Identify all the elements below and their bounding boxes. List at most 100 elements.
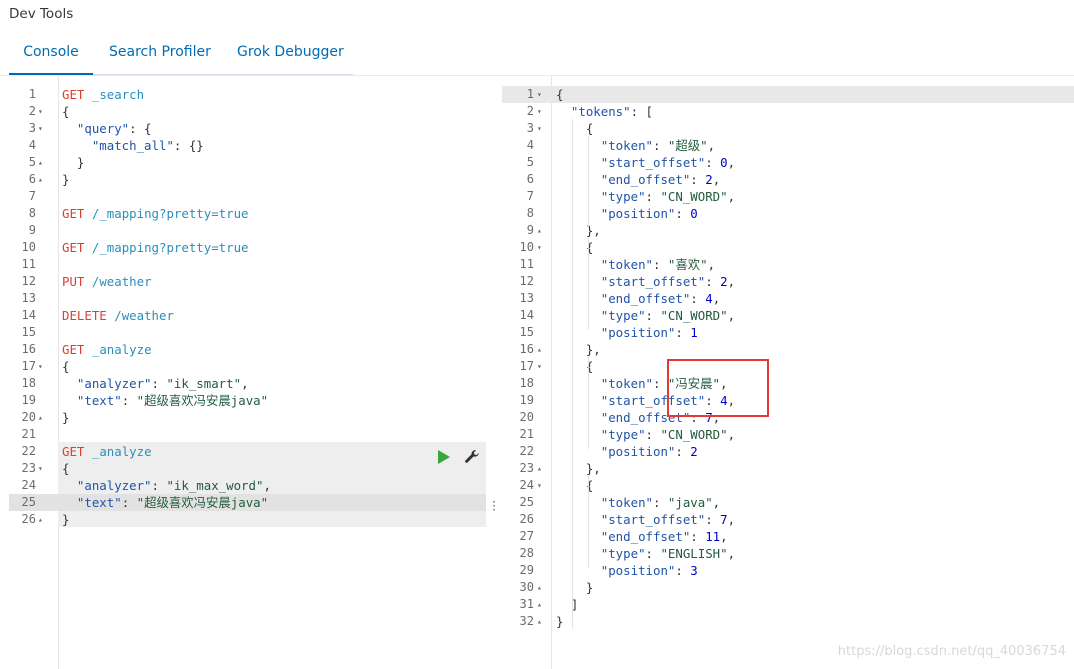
code-line[interactable]: 3 ▾ { [502,120,1074,137]
code-line[interactable]: 9 [0,222,487,239]
code-line[interactable]: 4 "match_all": {} [0,137,487,154]
line-number: 5 [28,155,36,169]
code-line[interactable]: 23 ▾ { [0,460,487,477]
code-line[interactable]: 22 GET _analyze [0,443,487,460]
code-line[interactable]: 20 ▴} [0,409,487,426]
fold-close-icon[interactable]: ▴ [537,341,542,358]
code-line[interactable]: 24 "analyzer": "ik_max_word", [0,477,487,494]
fold-open-icon[interactable]: ▾ [537,239,542,256]
code-line[interactable]: 1 GET _search [0,86,487,103]
code-line[interactable]: 13 [0,290,487,307]
wrench-icon[interactable] [463,448,481,466]
code-line[interactable]: 14 DELETE /weather [0,307,487,324]
code-line[interactable]: 18 "analyzer": "ik_smart", [0,375,487,392]
play-icon[interactable] [438,450,450,464]
code-line[interactable]: 6 ▴} [0,171,487,188]
line-number: 16 [519,342,534,356]
fold-open-icon[interactable]: ▾ [38,460,43,477]
code-line[interactable]: 16 GET _analyze [0,341,487,358]
fold-open-icon[interactable]: ▾ [537,86,542,103]
code-line[interactable]: 21 [0,426,487,443]
code-token: , [712,495,721,510]
pane-divider[interactable]: · · · [487,76,502,669]
indent-guide [572,119,573,629]
code-line[interactable]: 7 [0,188,487,205]
fold-close-icon[interactable]: ▴ [537,613,542,630]
response-viewer[interactable]: 1 ▾{2 ▾ "tokens": [3 ▾ {4 "token": "超级", 5 "… [502,76,1074,669]
drag-handle-icon[interactable]: · · · [492,496,496,516]
code-token: } [62,172,70,187]
code-line[interactable]: 1 ▾ { [502,86,1074,103]
fold-close-icon[interactable]: ▴ [537,596,542,613]
code-line[interactable]: 12 PUT /weather [0,273,487,290]
code-line[interactable]: 25 "text": "超级喜欢冯安晨java" [0,494,487,511]
tab-grok-debugger[interactable]: Grok Debugger [237,32,344,73]
line-number: 20 [519,410,534,424]
fold-open-icon[interactable]: ▾ [537,477,542,494]
code-text: "token": "喜欢", [556,256,715,273]
code-text: "type": "ENGLISH", [556,545,735,562]
fold-open-icon[interactable]: ▾ [38,120,43,137]
code-line[interactable]: 17 ▾ { [0,358,487,375]
line-number: 14 [21,308,36,322]
code-token: 2 [690,444,698,459]
fold-close-icon[interactable]: ▴ [537,460,542,477]
fold-close-icon[interactable]: ▴ [537,579,542,596]
fold-open-icon[interactable]: ▾ [537,120,542,137]
code-token: "analyzer" [76,376,152,391]
line-number: 15 [21,325,36,339]
code-token: "position" [600,206,676,221]
line-number: 29 [519,563,534,577]
code-token: , [712,291,721,306]
request-editor[interactable]: 1 GET _search 2 ▾{3 ▾ "query": {4 "match_all… [0,76,487,669]
code-line[interactable]: 23 ▴ }, [502,460,1074,477]
line-number: 19 [519,393,534,407]
code-line[interactable]: 8 GET /_mapping?pretty=true [0,205,487,222]
code-token: "end_offset" [600,529,691,544]
code-token: : [652,376,668,391]
code-line[interactable]: 11 [0,256,487,273]
fold-open-icon[interactable]: ▾ [537,103,542,120]
fold-close-icon[interactable]: ▴ [38,409,43,426]
fold-close-icon[interactable]: ▴ [38,154,43,171]
code-token: GET [62,240,85,255]
tab-search-profiler[interactable]: Search Profiler [109,32,211,73]
code-line[interactable]: 32 ▴} [502,613,1074,630]
code-token: : [690,291,706,306]
code-token: , [720,376,728,391]
code-text: "analyzer": "ik_max_word", [62,477,271,494]
line-number: 30 [519,580,534,594]
code-line[interactable]: 26 ▴} [0,511,487,528]
code-line[interactable]: 3 ▾ "query": { [0,120,487,137]
fold-open-icon[interactable]: ▾ [38,358,43,375]
code-token: { [62,359,70,374]
code-line[interactable]: 2 ▾ "tokens": [ [502,103,1074,120]
code-text: }, [556,460,601,477]
code-line[interactable]: 16 ▴ }, [502,341,1074,358]
code-token: "ik_smart" [166,376,242,391]
fold-close-icon[interactable]: ▴ [537,222,542,239]
code-line[interactable]: 15 [0,324,487,341]
code-token: "CN_WORD" [660,308,728,323]
line-number: 21 [21,427,36,441]
code-text: } [62,409,69,426]
code-token: "token" [600,257,653,272]
line-number: 22 [21,444,36,458]
code-token: , [712,172,721,187]
code-line[interactable]: 10 GET /_mapping?pretty=true [0,239,487,256]
code-token: "token" [600,376,653,391]
code-line[interactable]: 31 ▴ ] [502,596,1074,613]
code-line[interactable]: 30 ▴ } [502,579,1074,596]
code-line[interactable]: 5 ▴ } [0,154,487,171]
fold-close-icon[interactable]: ▴ [38,511,43,528]
fold-open-icon[interactable]: ▾ [537,358,542,375]
tab-console[interactable]: Console [9,32,93,75]
code-text: "text": "超级喜欢冯安晨java" [62,494,268,511]
code-token: 7 [720,512,728,527]
code-line[interactable]: 19 "text": "超级喜欢冯安晨java" [0,392,487,409]
fold-close-icon[interactable]: ▴ [38,171,43,188]
fold-open-icon[interactable]: ▾ [38,103,43,120]
code-line[interactable]: 2 ▾ { [0,103,487,120]
